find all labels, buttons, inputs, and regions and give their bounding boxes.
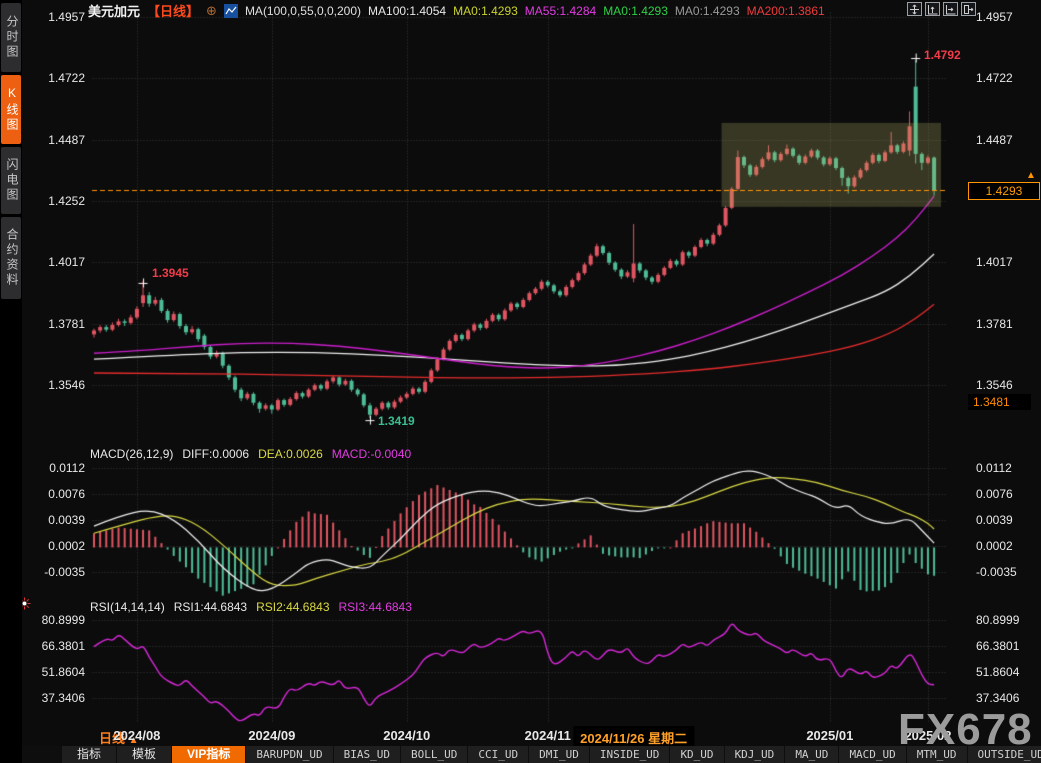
macd-axis-label-right: 0.0112	[976, 461, 1012, 475]
macd-dea-value: DEA:0.0026	[258, 447, 323, 461]
level-price-badge: 1.3481	[968, 394, 1031, 410]
rsi-axis-label-right: 80.8999	[976, 613, 1019, 627]
pan-icon[interactable]	[907, 2, 922, 16]
price-axis-label-right: 1.4017	[976, 255, 1013, 269]
ma0-value-yellow: MA0:1.4293	[453, 4, 518, 18]
rsi-header: RSI(14,14,14) RSI1:44.6843 RSI2:44.6843 …	[90, 600, 412, 614]
low-price-label: 1.3419	[378, 414, 415, 428]
ma0-value-gray: MA0:1.4293	[675, 4, 740, 18]
price-axis-label-right: 1.3781	[976, 317, 1013, 331]
footer-tab-[interactable]: 模板	[117, 746, 171, 763]
price-axis-label-right: 1.4957	[976, 10, 1013, 24]
date-axis: 日线 ▲ 2024/11/26 星期二 2024/082024/092024/1…	[0, 726, 1041, 746]
fit-horizontal-icon[interactable]	[943, 2, 958, 16]
ma55-value: MA55:1.4284	[525, 4, 596, 18]
footer-tab-dmi_ud[interactable]: DMI_UD	[529, 746, 589, 763]
macd-axis-label-right: -0.0035	[976, 565, 1017, 579]
date-tick: 2024/09	[248, 728, 295, 743]
sidebar-tab-timeline[interactable]: 分时图	[1, 3, 21, 72]
sidebar-tab-contract-info[interactable]: 合约资料	[1, 217, 21, 299]
app-root: 分时图 K线图 闪电图 合约资料 美元加元 【日线】 ⊕ MA(100,0,55…	[0, 0, 1041, 763]
price-arrow-icon: ▲	[1026, 170, 1036, 181]
date-tick: 2025/01	[806, 728, 853, 743]
rsi-axis-label-right: 66.3801	[976, 639, 1019, 653]
august-high-label: 1.3945	[152, 266, 189, 280]
footer-tab-cci_ud[interactable]: CCI_UD	[468, 746, 528, 763]
sidebar-tab-kline[interactable]: K线图	[1, 75, 21, 144]
symbol-name: 美元加元	[88, 1, 140, 20]
macd-axis-label-right: 0.0002	[976, 539, 1013, 553]
rsi-axis-label-right: 51.8604	[976, 665, 1019, 679]
footer-tab-[interactable]: 指标	[62, 746, 116, 763]
rsi1-value: RSI1:44.6843	[174, 600, 247, 614]
footer-tab-bias_ud[interactable]: BIAS_UD	[334, 746, 400, 763]
ma0-value-green: MA0:1.4293	[603, 4, 668, 18]
chart-canvas[interactable]	[0, 0, 1041, 763]
sidebar-tab-lightning[interactable]: 闪电图	[1, 147, 21, 214]
chart-header: 美元加元 【日线】 ⊕ MA(100,0,55,0,0,200) MA100:1…	[88, 3, 825, 18]
footer-tab-inside_ud[interactable]: INSIDE_UD	[590, 746, 670, 763]
date-tick: 2024/10	[383, 728, 430, 743]
price-axis-label-right: 1.4722	[976, 71, 1013, 85]
date-tick: 2024/11	[525, 728, 571, 743]
watermark: FX678	[898, 708, 1033, 752]
ma200-value: MA200:1.3861	[747, 4, 825, 18]
mini-chart-icon[interactable]	[224, 4, 238, 18]
macd-diff-value: DIFF:0.0006	[182, 447, 249, 461]
high-price-label: 1.4792	[924, 48, 961, 62]
date-tick: 2024/08	[113, 728, 160, 743]
footer-tab-macd_ud[interactable]: MACD_UD	[839, 746, 905, 763]
ma-settings-label: MA(100,0,55,0,0,200)	[245, 4, 361, 18]
price-axis-label-right: 1.4487	[976, 133, 1013, 147]
footer-tab-kdj_ud[interactable]: KDJ_UD	[725, 746, 785, 763]
period-tag[interactable]: 【日线】	[147, 1, 199, 20]
rsi2-value: RSI2:44.6843	[256, 600, 329, 614]
ma100-value: MA100:1.4054	[368, 4, 446, 18]
fit-vertical-icon[interactable]	[925, 2, 940, 16]
footer-tab-boll_ud[interactable]: BOLL_UD	[401, 746, 467, 763]
footer-tab-vip[interactable]: VIP指标	[172, 746, 245, 763]
footer-tab-barupdn_ud[interactable]: BARUPDN_UD	[246, 746, 332, 763]
last-price-badge: 1.4293	[968, 182, 1040, 200]
macd-hist-value: MACD:-0.0040	[332, 447, 411, 461]
footer-tab-kd_ud[interactable]: KD_UD	[670, 746, 723, 763]
macd-axis-label-right: 0.0076	[976, 487, 1013, 501]
export-icon[interactable]	[961, 2, 976, 16]
window-toolbar	[907, 2, 976, 16]
rsi-axis-label-right: 37.3406	[976, 691, 1019, 705]
macd-axis-label-right: 0.0039	[976, 513, 1013, 527]
rsi3-value: RSI3:44.6843	[339, 600, 412, 614]
rsi-title: RSI(14,14,14)	[90, 600, 165, 614]
footer-tab-ma_ud[interactable]: MA_UD	[785, 746, 838, 763]
sidebar: 分时图 K线图 闪电图 合约资料	[0, 0, 22, 763]
indicator-toolbar: 指标模板VIP指标BARUPDN_UDBIAS_UDBOLL_UDCCI_UDD…	[0, 746, 1041, 763]
link-icon[interactable]: ⊕	[206, 3, 217, 19]
price-axis-label-right: 1.3546	[976, 378, 1013, 392]
macd-header: MACD(26,12,9) DIFF:0.0006 DEA:0.0026 MAC…	[90, 447, 411, 461]
macd-title: MACD(26,12,9)	[90, 447, 173, 461]
